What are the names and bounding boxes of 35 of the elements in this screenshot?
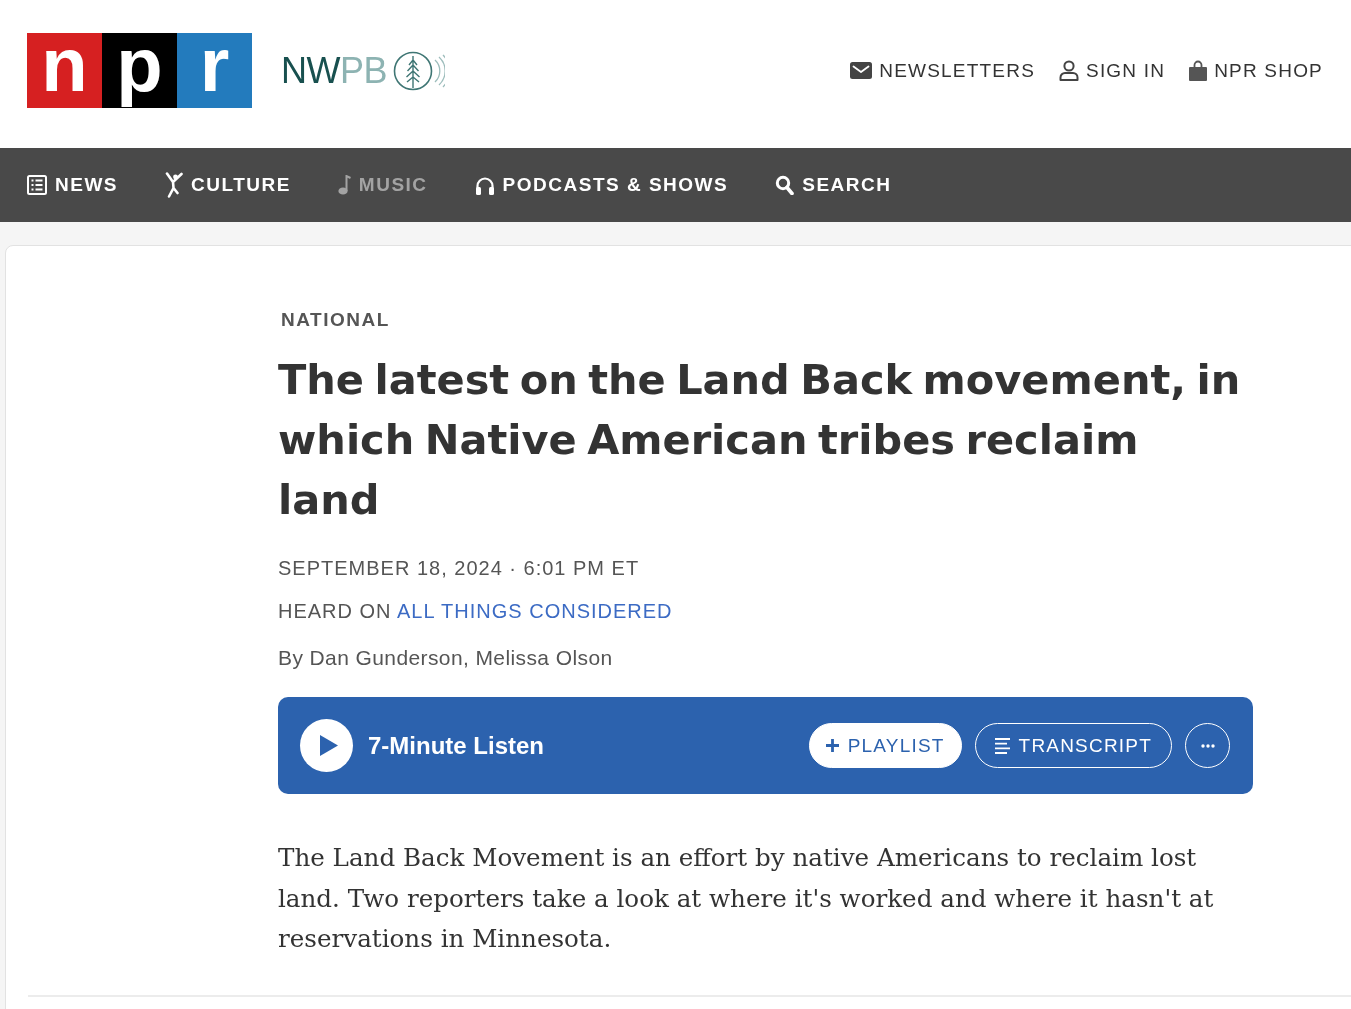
logo-letter-tile: p: [102, 33, 177, 108]
tree-emblem-icon: [393, 50, 445, 91]
byline: By Dan Gunderson, Melissa Olson: [278, 646, 614, 670]
nav-link[interactable]: PODCASTS & SHOWS: [474, 173, 729, 197]
station-logo-text: NWPB: [281, 50, 387, 91]
article-dateline: SEPTEMBER 18, 2024 · 6:01 PM ET: [278, 556, 641, 580]
plus-icon: [825, 739, 839, 752]
dancer-icon: [165, 172, 183, 198]
header-link[interactable]: NEWSLETTERS: [850, 58, 1035, 83]
listen-duration-label: 7-Minute Listen: [368, 731, 544, 760]
ellipsis-icon: [1200, 743, 1215, 748]
show-link[interactable]: ALL THINGS CONSIDERED: [397, 600, 673, 622]
play-button[interactable]: [300, 719, 353, 772]
nav-link[interactable]: SEARCH: [775, 173, 892, 197]
logo-letter-tile: r: [177, 33, 252, 108]
header-link[interactable]: SIGN IN: [1059, 58, 1166, 83]
heard-on-line: HEARD ON ALL THINGS CONSIDERED: [278, 599, 674, 623]
search-icon: [775, 175, 795, 195]
list-icon: [27, 175, 47, 195]
nav-link[interactable]: NEWS: [27, 173, 118, 197]
text-lines-icon: [994, 737, 1010, 754]
playlist-button[interactable]: PLAYLIST: [808, 723, 962, 768]
logo-letter-tile: n: [27, 33, 102, 108]
header-link[interactable]: NPR SHOP: [1189, 58, 1323, 83]
article-title: The latest on the Land Back movement, in which Native American tribes reclaim land: [278, 354, 1242, 526]
section-label: NATIONAL: [281, 308, 391, 332]
nav-link[interactable]: CULTURE: [165, 172, 291, 198]
headphones-icon: [474, 175, 495, 195]
nav-link[interactable]: MUSIC: [337, 173, 428, 197]
person-icon: [1059, 60, 1079, 81]
article-summary: The Land Back Movement is an effort by native Americans to reclaim lost land. Two reporters take a look at where it's worked and where it hasn't at reservations in Minnesota.: [278, 842, 1215, 955]
play-icon: [319, 735, 338, 756]
envelope-icon: [850, 62, 873, 79]
shopping-bag-icon: [1189, 60, 1208, 81]
music-note-icon: [337, 175, 351, 195]
